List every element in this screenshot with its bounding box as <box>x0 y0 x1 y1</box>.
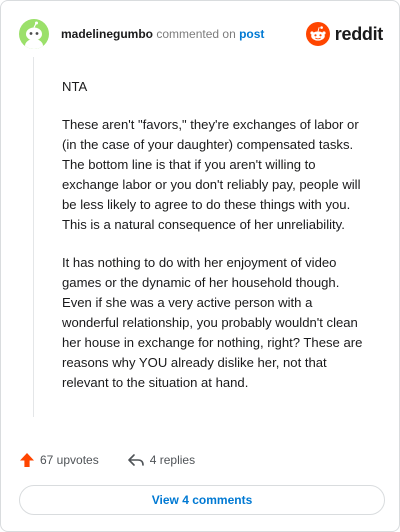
avatar[interactable] <box>19 19 49 49</box>
upvote-button[interactable]: 67 upvotes <box>19 452 99 468</box>
upvote-arrow-icon <box>20 453 34 467</box>
comment-card: madelinegumbo commented on post reddit N… <box>0 0 400 532</box>
replies-count: 4 replies <box>149 453 196 467</box>
reddit-logo[interactable]: reddit <box>305 22 384 46</box>
comment-actions: 67 upvotes 4 replies <box>19 451 195 469</box>
reddit-wordmark: reddit <box>334 23 384 44</box>
comment-paragraph: NTA <box>62 79 88 94</box>
upvote-count: 67 upvotes <box>40 453 99 467</box>
commented-on-text: commented on <box>156 27 236 41</box>
snoo-avatar-icon <box>25 21 43 49</box>
reply-arrow-icon <box>127 454 144 466</box>
comment-header: madelinegumbo commented on post reddit <box>19 18 383 50</box>
comment-paragraph: It has nothing to do with her enjoyment … <box>62 255 363 390</box>
comment-meta: madelinegumbo commented on post <box>61 27 264 41</box>
replies-button[interactable]: 4 replies <box>127 452 195 468</box>
comment-body: NTA These aren't "favors," they're excha… <box>62 77 372 411</box>
username-link[interactable]: madelinegumbo <box>61 27 153 41</box>
comment-paragraph: These aren't "favors," they're exchanges… <box>62 117 361 232</box>
post-link[interactable]: post <box>239 27 264 41</box>
thread-line[interactable] <box>33 57 34 417</box>
reddit-alien-icon <box>305 22 330 46</box>
view-comments-button[interactable]: View 4 comments <box>19 485 385 515</box>
